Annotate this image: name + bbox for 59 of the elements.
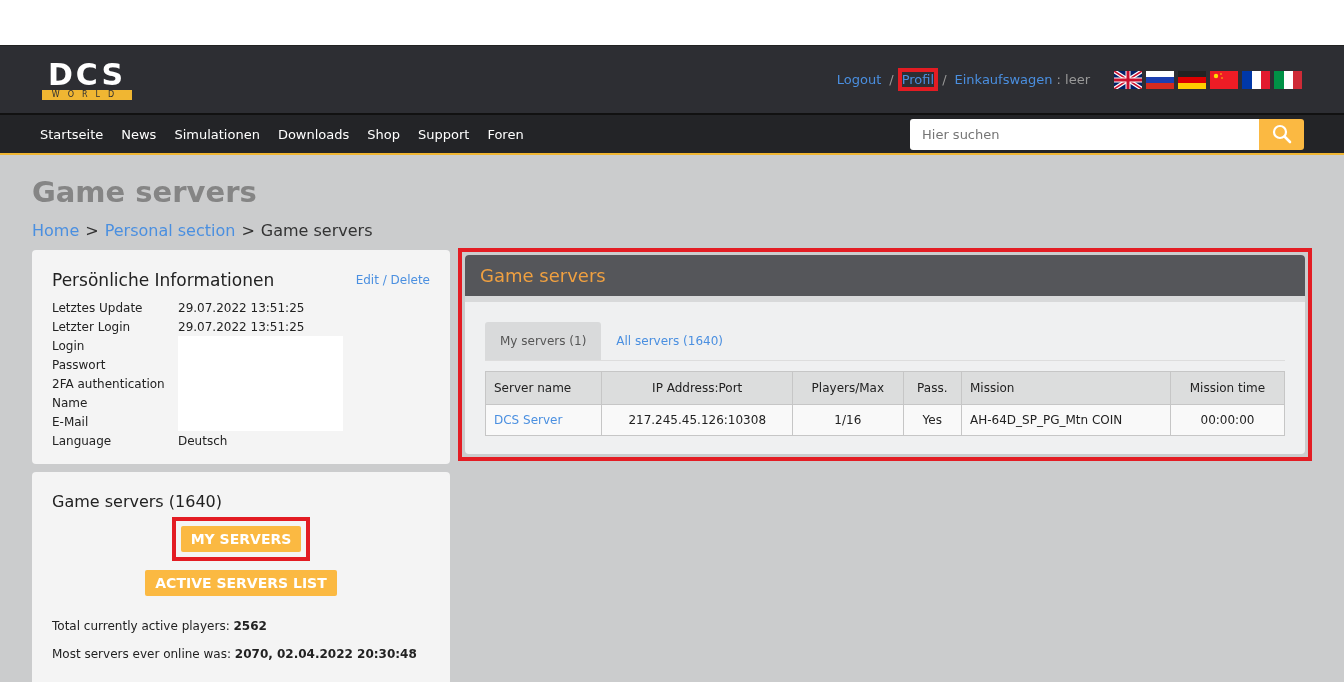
search-icon bbox=[1271, 124, 1292, 144]
separator: / bbox=[889, 72, 894, 87]
edit-link[interactable]: Edit / Delete bbox=[355, 273, 430, 287]
logo[interactable]: DCS WORLD bbox=[42, 59, 132, 100]
nav-link[interactable]: Shop bbox=[367, 126, 400, 142]
nav-link[interactable]: Simulationen bbox=[174, 126, 260, 142]
column-header: Pass. bbox=[903, 371, 962, 405]
nav-link[interactable]: Downloads bbox=[277, 126, 350, 142]
flag-icon[interactable] bbox=[1210, 70, 1238, 89]
column-header: Mission bbox=[961, 371, 1171, 405]
breadcrumb-separator: > bbox=[85, 221, 99, 240]
column-header: IP Address:Port bbox=[601, 371, 793, 405]
info-value: 29.07.2022 13:51:25 bbox=[178, 300, 306, 315]
nav-link[interactable]: News bbox=[121, 126, 157, 142]
info-label: Name bbox=[52, 395, 89, 410]
separator: / bbox=[942, 72, 947, 87]
stat-text: Most servers ever online was: 2070, 02.04.2022 20:30:48 bbox=[52, 647, 418, 661]
logo-mark: DCS bbox=[47, 59, 127, 90]
table-cell: 1/16 bbox=[792, 404, 904, 436]
breadcrumb-item[interactable]: Game servers bbox=[260, 221, 373, 240]
info-label: Login bbox=[52, 338, 86, 353]
card-title: Game servers (1640) bbox=[52, 492, 223, 511]
tab[interactable]: My servers (1) bbox=[485, 322, 602, 360]
card-title: Persönliche Informationen bbox=[52, 270, 275, 290]
flag-icon[interactable] bbox=[1114, 70, 1142, 89]
nav-link[interactable]: Foren bbox=[487, 126, 524, 142]
panel-title: Game servers bbox=[465, 255, 1305, 302]
table-cell: 217.245.45.126:10308 bbox=[601, 404, 793, 436]
breadcrumb-separator: > bbox=[241, 221, 255, 240]
user-link[interactable]: Profil bbox=[901, 72, 935, 87]
info-label: E-Mail bbox=[52, 414, 90, 429]
info-label: 2FA authentication bbox=[52, 376, 166, 391]
flag-icon[interactable] bbox=[1274, 70, 1302, 89]
nav-link[interactable]: Startseite bbox=[40, 126, 104, 142]
cart-status: : leer bbox=[1056, 72, 1090, 87]
flag-icon[interactable] bbox=[1146, 70, 1174, 89]
info-label: Passwort bbox=[52, 357, 107, 372]
user-link[interactable]: Einkaufswagen bbox=[954, 72, 1053, 87]
info-label: Letzter Login bbox=[52, 319, 132, 334]
table-cell: AH-64D_SP_PG_Mtn COIN bbox=[961, 404, 1171, 436]
column-header: Mission time bbox=[1170, 371, 1285, 405]
flag-icon[interactable] bbox=[1178, 70, 1206, 89]
user-link[interactable]: Logout bbox=[836, 72, 882, 87]
nav-link[interactable]: Support bbox=[418, 126, 470, 142]
table-cell: Yes bbox=[903, 404, 962, 436]
column-header: Server name bbox=[485, 371, 602, 405]
column-header: Players/Max bbox=[792, 371, 904, 405]
flag-icon[interactable] bbox=[1242, 70, 1270, 89]
table-cell: 00:00:00 bbox=[1170, 404, 1285, 436]
info-label: Letztes Update bbox=[52, 300, 144, 315]
info-value: Deutsch bbox=[178, 433, 229, 448]
search-field[interactable]: Hier suchen bbox=[910, 118, 1259, 150]
logo-subtitle: WORLD bbox=[42, 89, 132, 100]
info-label: Language bbox=[52, 433, 113, 448]
page-title: Game servers bbox=[32, 175, 258, 209]
info-value: 29.07.2022 13:51:25 bbox=[178, 319, 306, 334]
tab[interactable]: All servers (1640) bbox=[601, 322, 738, 360]
search-button[interactable] bbox=[1259, 118, 1304, 150]
stat-text: Total currently active players: 2562 bbox=[52, 619, 268, 633]
